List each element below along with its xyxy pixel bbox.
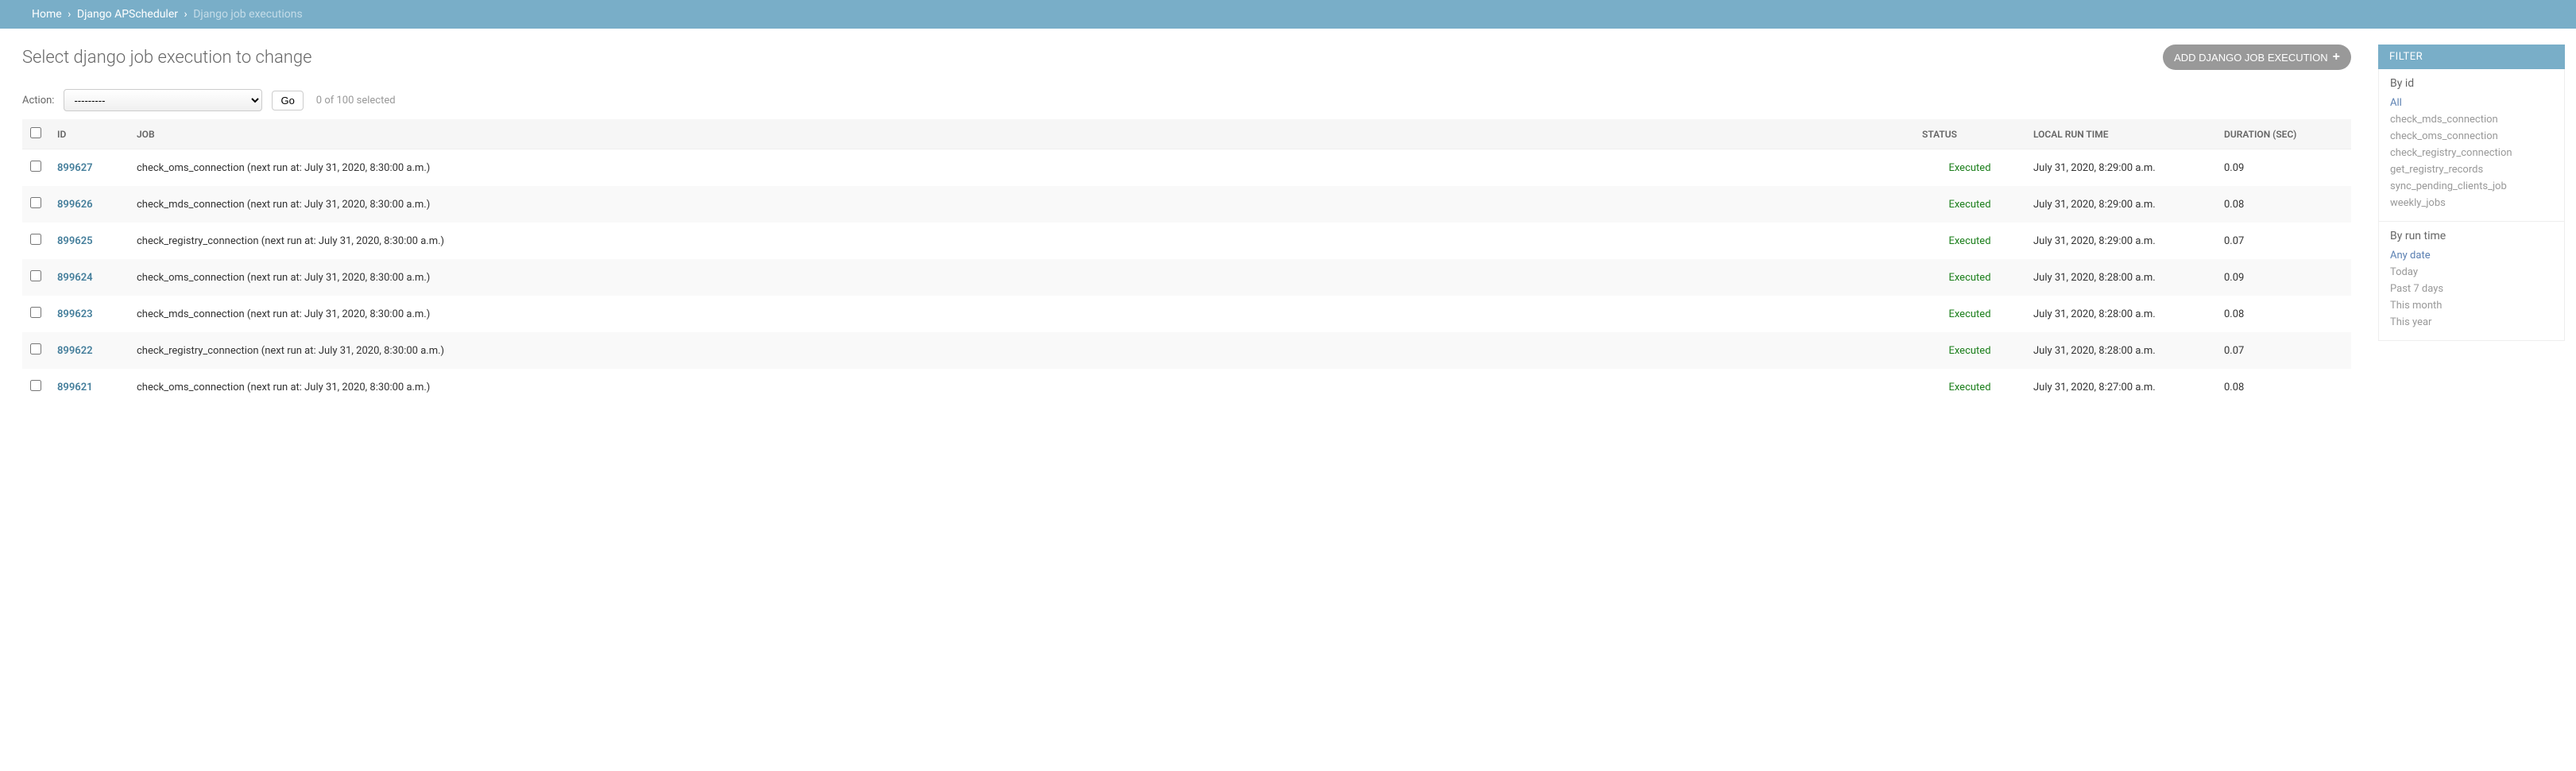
action-select[interactable]: --------- — [64, 89, 262, 111]
row-job: check_mds_connection (next run at: July … — [129, 186, 1914, 223]
col-header-id[interactable]: ID — [49, 119, 129, 149]
row-duration: 0.09 — [2216, 259, 2351, 296]
row-duration: 0.08 — [2216, 369, 2351, 405]
row-job: check_oms_connection (next run at: July … — [129, 369, 1914, 405]
add-button-label: ADD DJANGO JOB EXECUTION — [2174, 52, 2328, 64]
row-checkbox[interactable] — [30, 380, 41, 391]
row-duration: 0.08 — [2216, 186, 2351, 223]
filter-link[interactable]: get_registry_records — [2390, 164, 2483, 176]
filter-link[interactable]: Any date — [2390, 250, 2431, 262]
filter-item: sync_pending_clients_job — [2390, 178, 2553, 195]
row-duration: 0.07 — [2216, 332, 2351, 369]
row-checkbox[interactable] — [30, 307, 41, 318]
filter-item: Past 7 days — [2390, 281, 2553, 297]
row-job: check_mds_connection (next run at: July … — [129, 296, 1914, 332]
col-header-status[interactable]: STATUS — [1914, 119, 2025, 149]
filter-heading: FILTER — [2378, 45, 2565, 69]
row-runtime: July 31, 2020, 8:28:00 a.m. — [2025, 332, 2216, 369]
row-id-link[interactable]: 899626 — [57, 199, 93, 211]
row-runtime: July 31, 2020, 8:28:00 a.m. — [2025, 259, 2216, 296]
row-runtime: July 31, 2020, 8:27:00 a.m. — [2025, 369, 2216, 405]
page-title: Select django job execution to change — [22, 48, 311, 68]
table-row: 899621 check_oms_connection (next run at:… — [22, 369, 2351, 405]
table-row: 899626 check_mds_connection (next run at:… — [22, 186, 2351, 223]
filter-item: get_registry_records — [2390, 161, 2553, 178]
breadcrumb-current: Django job executions — [193, 8, 303, 21]
filter-item: check_registry_connection — [2390, 145, 2553, 161]
filter-link[interactable]: This year — [2390, 316, 2431, 328]
row-duration: 0.09 — [2216, 149, 2351, 187]
filter-by-id-title: By id — [2390, 77, 2553, 90]
filter-item: check_mds_connection — [2390, 111, 2553, 128]
filter-item: Today — [2390, 264, 2553, 281]
row-status: Executed — [1948, 235, 1990, 247]
row-checkbox[interactable] — [30, 197, 41, 208]
breadcrumb-app[interactable]: Django APScheduler — [77, 8, 178, 21]
add-django-job-execution-button[interactable]: ADD DJANGO JOB EXECUTION + — [2163, 45, 2351, 70]
row-duration: 0.08 — [2216, 296, 2351, 332]
row-id-link[interactable]: 899623 — [57, 308, 93, 320]
filter-item: All — [2390, 95, 2553, 111]
row-checkbox[interactable] — [30, 234, 41, 245]
go-button[interactable]: Go — [272, 91, 303, 110]
row-id-link[interactable]: 899622 — [57, 345, 93, 357]
actions-bar: Action: --------- Go 0 of 100 selected — [22, 86, 2351, 114]
row-job: check_registry_connection (next run at: … — [129, 332, 1914, 369]
row-id-link[interactable]: 899625 — [57, 235, 93, 247]
breadcrumb-home[interactable]: Home — [32, 8, 62, 21]
filter-link[interactable]: All — [2390, 97, 2402, 109]
row-status: Executed — [1948, 199, 1990, 211]
row-runtime: July 31, 2020, 8:28:00 a.m. — [2025, 296, 2216, 332]
row-checkbox[interactable] — [30, 270, 41, 281]
row-job: check_registry_connection (next run at: … — [129, 223, 1914, 259]
row-job: check_oms_connection (next run at: July … — [129, 259, 1914, 296]
row-status: Executed — [1948, 308, 1990, 320]
filter-link[interactable]: weekly_jobs — [2390, 197, 2446, 209]
col-header-runtime[interactable]: LOCAL RUN TIME — [2025, 119, 2216, 149]
row-duration: 0.07 — [2216, 223, 2351, 259]
row-id-link[interactable]: 899621 — [57, 382, 93, 393]
breadcrumb-separator: › — [64, 8, 74, 21]
filter-link[interactable]: Today — [2390, 266, 2418, 278]
filter-item: weekly_jobs — [2390, 195, 2553, 211]
filter-item: check_oms_connection — [2390, 128, 2553, 145]
filter-link[interactable]: This month — [2390, 300, 2442, 312]
table-row: 899622 check_registry_connection (next ru… — [22, 332, 2351, 369]
row-id-link[interactable]: 899624 — [57, 272, 93, 284]
row-status: Executed — [1948, 382, 1990, 393]
table-row: 899623 check_mds_connection (next run at:… — [22, 296, 2351, 332]
row-status: Executed — [1948, 272, 1990, 284]
plus-icon: + — [2333, 51, 2340, 64]
filter-item: This month — [2390, 297, 2553, 314]
action-label: Action: — [22, 95, 54, 107]
row-status: Executed — [1948, 345, 1990, 357]
breadcrumb: Home › Django APScheduler › Django job e… — [0, 0, 2576, 29]
row-runtime: July 31, 2020, 8:29:00 a.m. — [2025, 149, 2216, 187]
row-id-link[interactable]: 899627 — [57, 162, 93, 174]
select-all-checkbox[interactable] — [30, 127, 41, 138]
job-executions-table: ID JOB STATUS LOCAL RUN TIME DURATION (S… — [22, 119, 2351, 405]
row-job: check_oms_connection (next run at: July … — [129, 149, 1914, 187]
table-row: 899624 check_oms_connection (next run at:… — [22, 259, 2351, 296]
filter-item: This year — [2390, 314, 2553, 331]
table-row: 899625 check_registry_connection (next ru… — [22, 223, 2351, 259]
filter-link[interactable]: check_mds_connection — [2390, 114, 2498, 126]
filter-item: Any date — [2390, 247, 2553, 264]
table-row: 899627 check_oms_connection (next run at:… — [22, 149, 2351, 187]
row-runtime: July 31, 2020, 8:29:00 a.m. — [2025, 223, 2216, 259]
filter-link[interactable]: check_oms_connection — [2390, 130, 2498, 142]
filter-link[interactable]: sync_pending_clients_job — [2390, 180, 2507, 192]
row-status: Executed — [1948, 162, 1990, 174]
col-header-duration[interactable]: DURATION (SEC) — [2216, 119, 2351, 149]
filter-by-runtime-title: By run time — [2390, 230, 2553, 242]
row-runtime: July 31, 2020, 8:29:00 a.m. — [2025, 186, 2216, 223]
filter-link[interactable]: check_registry_connection — [2390, 147, 2512, 159]
selection-counter: 0 of 100 selected — [316, 95, 396, 107]
row-checkbox[interactable] — [30, 161, 41, 172]
breadcrumb-separator: › — [181, 8, 191, 21]
filter-sidebar: FILTER By id All check_mds_connectionchec… — [2378, 45, 2565, 405]
filter-link[interactable]: Past 7 days — [2390, 283, 2443, 295]
col-header-job[interactable]: JOB — [129, 119, 1914, 149]
row-checkbox[interactable] — [30, 343, 41, 355]
